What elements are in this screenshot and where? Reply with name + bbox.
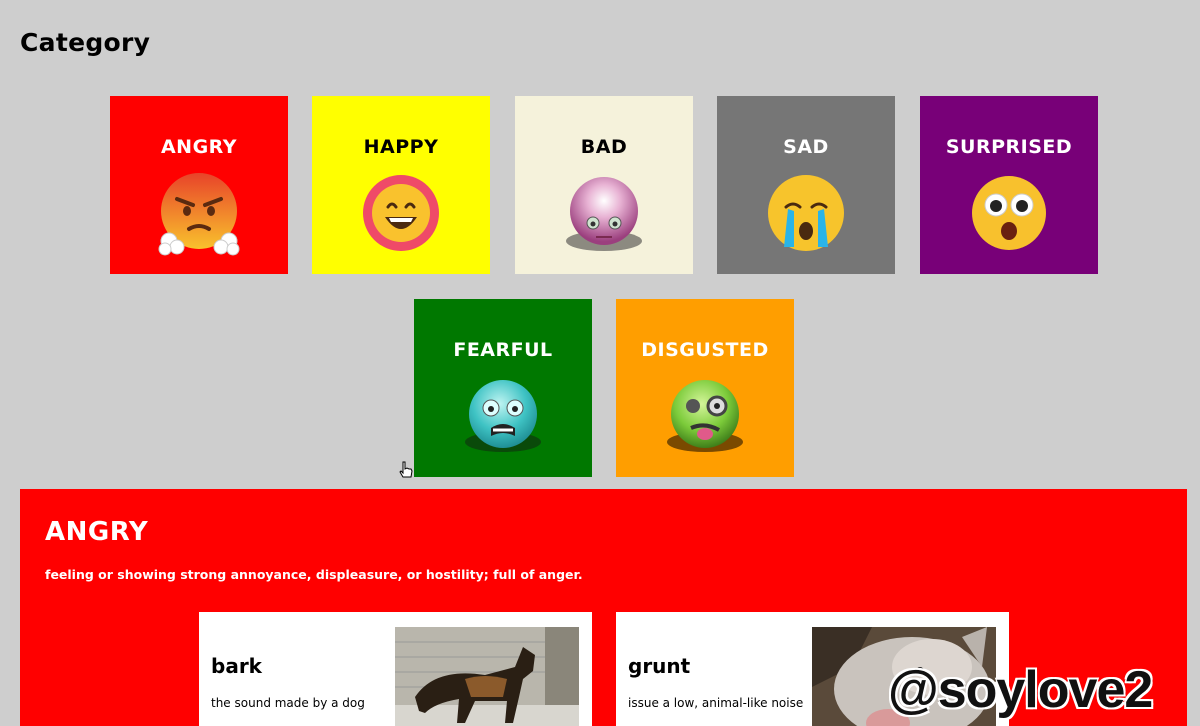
dog-photo xyxy=(395,627,579,726)
surprised-face-icon xyxy=(972,176,1046,250)
disgusted-face-icon xyxy=(667,380,743,452)
category-label: FEARFUL xyxy=(453,339,553,361)
category-label: DISGUSTED xyxy=(641,339,769,361)
category-tile-surprised[interactable]: SURPRISED xyxy=(920,96,1098,274)
category-tile-bad[interactable]: BAD xyxy=(515,96,693,274)
angry-face-icon xyxy=(158,173,240,256)
category-label: SURPRISED xyxy=(945,136,1073,158)
word-title: grunt xyxy=(628,654,691,678)
page-title: Category xyxy=(20,28,151,57)
crying-face-icon xyxy=(768,175,844,251)
category-label: ANGRY xyxy=(160,136,238,158)
detail-title: ANGRY xyxy=(45,517,149,547)
category-tile-disgusted[interactable]: DISGUSTED xyxy=(616,299,794,477)
word-title: bark xyxy=(211,654,262,678)
category-label: BAD xyxy=(580,136,628,158)
word-definition: the sound made by a dog xyxy=(211,696,365,710)
category-label: SAD xyxy=(783,136,829,158)
detail-description: feeling or showing strong annoyance, dis… xyxy=(45,567,583,582)
happy-face-icon xyxy=(363,175,439,251)
watermark: @soylove2 xyxy=(888,661,1153,719)
bad-face-icon xyxy=(566,177,642,251)
hand-cursor-icon xyxy=(399,461,413,478)
category-tile-happy[interactable]: HAPPY xyxy=(312,96,490,274)
word-definition: issue a low, animal-like noise xyxy=(628,696,804,710)
category-label: HAPPY xyxy=(363,136,439,158)
fearful-face-icon xyxy=(465,380,541,452)
category-tile-fearful[interactable]: FEARFUL xyxy=(414,299,592,477)
category-tile-sad[interactable]: SAD xyxy=(717,96,895,274)
category-tile-angry[interactable]: ANGRY xyxy=(110,96,288,274)
word-card-bark[interactable]: bark the sound made by a dog xyxy=(199,612,592,726)
